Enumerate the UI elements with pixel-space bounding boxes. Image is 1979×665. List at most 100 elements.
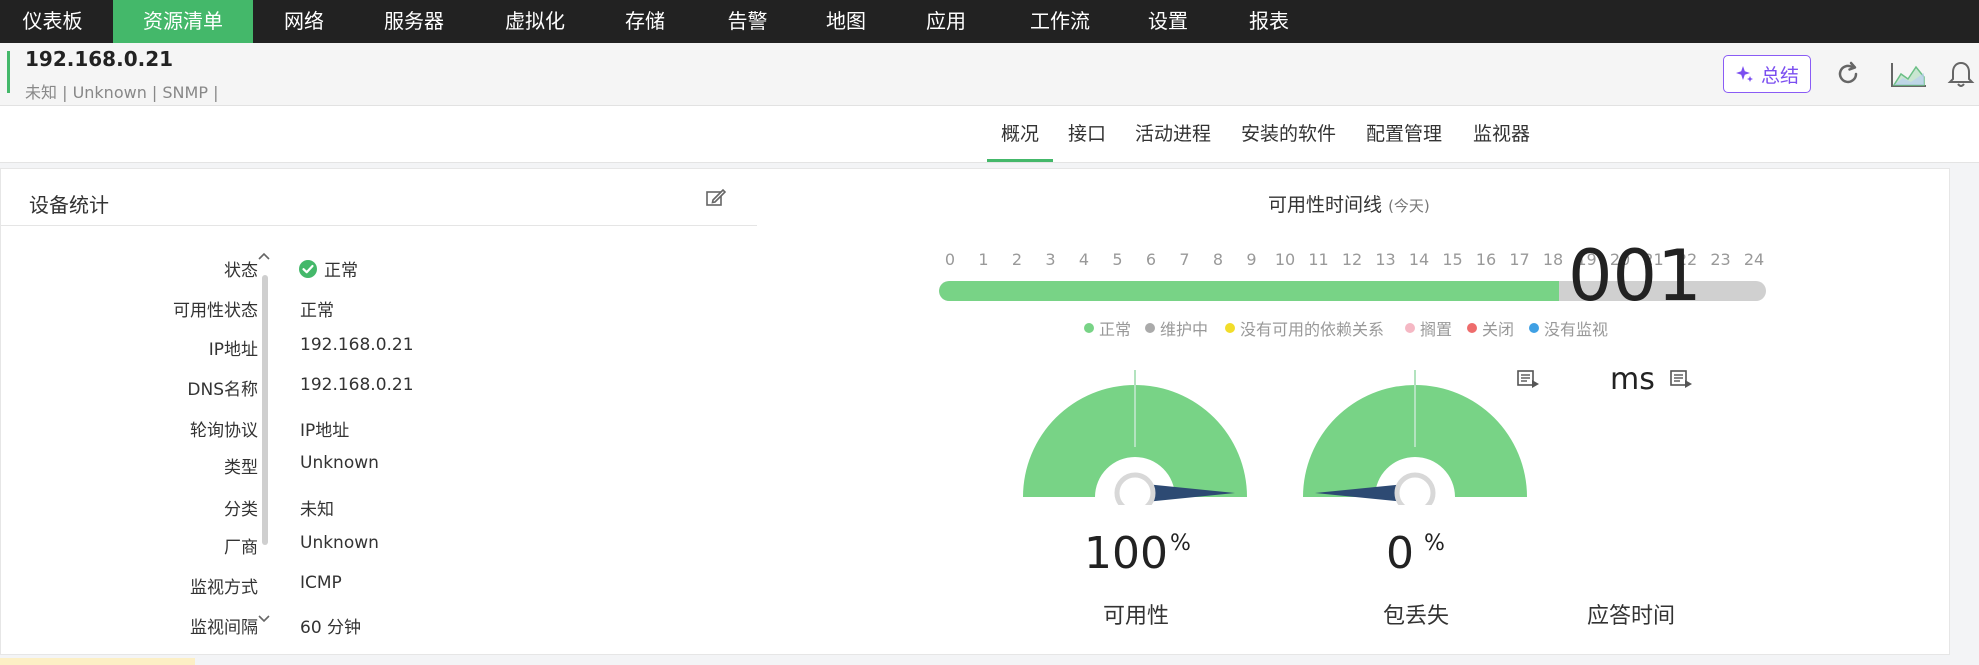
legend-item: 关闭 bbox=[1467, 316, 1514, 340]
timeline-hour-tick: 1 bbox=[978, 250, 989, 269]
availability-timeline-title: 可用性时间线 (今天) bbox=[1268, 190, 1430, 217]
stat-label: 轮询协议 bbox=[190, 421, 258, 441]
check-circle-icon bbox=[299, 259, 317, 278]
legend-label: 没有可用的依赖关系 bbox=[1240, 320, 1385, 339]
edit-stats-button[interactable] bbox=[705, 188, 727, 212]
stat-value: 正常 bbox=[300, 301, 334, 321]
timeline-hour-tick: 2 bbox=[1011, 250, 1023, 269]
legend-item: 维护中 bbox=[1145, 316, 1208, 340]
timeline-hour-tick: 11 bbox=[1308, 250, 1329, 269]
stat-value: 未知 bbox=[300, 500, 334, 520]
chevron-up-icon bbox=[258, 252, 270, 260]
response-time-label: 应答时间 bbox=[1587, 604, 1676, 629]
tab-monitors[interactable]: 监视器 bbox=[1473, 106, 1530, 162]
tab-overview[interactable]: 概况 bbox=[986, 106, 1054, 162]
nav-alarms[interactable]: 告警 bbox=[705, 0, 790, 43]
availability-value: 100 bbox=[1084, 528, 1168, 579]
stat-label: 厂商 bbox=[224, 538, 258, 558]
summary-button-label: 总结 bbox=[1760, 64, 1799, 87]
nav-virtualization[interactable]: 虚拟化 bbox=[483, 0, 587, 43]
stat-label: 分类 bbox=[224, 500, 258, 520]
stat-label: DNS名称 bbox=[187, 380, 258, 400]
refresh-button[interactable] bbox=[1828, 55, 1868, 93]
device-ip-title: 192.168.0.21 bbox=[25, 47, 174, 71]
availability-gauge bbox=[1023, 370, 1247, 505]
summary-button[interactable]: 总结 bbox=[1723, 55, 1811, 93]
stat-label: 可用性状态 bbox=[173, 301, 258, 321]
timeline-hour-tick: 3 bbox=[1045, 250, 1056, 269]
availability-label: 可用性 bbox=[1103, 604, 1170, 629]
timeline-hour-tick: 17 bbox=[1509, 250, 1530, 269]
nav-storage[interactable]: 存储 bbox=[605, 0, 685, 43]
timeline-hour-tick: 12 bbox=[1341, 250, 1363, 269]
edit-icon bbox=[706, 188, 727, 206]
packet-loss-gauge bbox=[1303, 370, 1527, 505]
status-indicator-bar bbox=[7, 51, 10, 93]
response-time-unit: ms bbox=[1610, 362, 1655, 397]
stat-value: 正常 bbox=[298, 256, 358, 281]
device-header: 192.168.0.21 未知 | Unknown | SNMP | 总结 bbox=[0, 43, 1979, 106]
tab-interfaces[interactable]: 接口 bbox=[1068, 106, 1106, 162]
timeline-hour-tick: 15 bbox=[1442, 250, 1463, 269]
packet-loss-label: 包丢失 bbox=[1383, 604, 1450, 629]
legend-dot bbox=[1405, 323, 1415, 333]
stats-scrollbar-thumb[interactable] bbox=[262, 275, 268, 545]
timeline-hour-tick: 10 bbox=[1274, 250, 1296, 269]
timeline-hour-tick: 7 bbox=[1179, 250, 1190, 269]
legend-dot bbox=[1529, 323, 1539, 333]
nav-reports[interactable]: 报表 bbox=[1229, 0, 1309, 43]
legend-label: 没有监视 bbox=[1544, 320, 1609, 339]
alarm-settings-button[interactable] bbox=[1946, 55, 1979, 93]
nav-settings[interactable]: 设置 bbox=[1128, 0, 1208, 43]
legend-label: 维护中 bbox=[1160, 320, 1209, 339]
stat-value: Unknown bbox=[300, 533, 379, 553]
area-chart-icon bbox=[1891, 63, 1926, 87]
stat-label: 监视方式 bbox=[190, 578, 258, 598]
graph-button[interactable] bbox=[1884, 55, 1934, 93]
legend-item: 没有监视 bbox=[1529, 316, 1608, 340]
chevron-down-icon bbox=[258, 615, 270, 623]
report-icon[interactable] bbox=[1515, 368, 1541, 390]
nav-servers[interactable]: 服务器 bbox=[365, 0, 463, 43]
legend-dot bbox=[1225, 323, 1235, 333]
stat-value: Unknown bbox=[300, 453, 379, 473]
packet-loss-value: 0 bbox=[1386, 528, 1414, 579]
timeline-hour-tick: 0 bbox=[944, 250, 956, 269]
nav-inventory[interactable]: 资源清单 bbox=[113, 0, 253, 43]
stat-value: 60 分钟 bbox=[300, 618, 362, 638]
stat-label: IP地址 bbox=[208, 340, 258, 360]
timeline-hour-tick: 18 bbox=[1542, 250, 1564, 269]
report-icon[interactable] bbox=[1668, 368, 1694, 390]
nav-apps[interactable]: 应用 bbox=[906, 0, 986, 43]
stat-value: ICMP bbox=[300, 573, 342, 593]
response-time-value: 001 bbox=[1568, 235, 1702, 317]
stat-label: 类型 bbox=[224, 458, 258, 478]
device-stats-title: 设备统计 bbox=[29, 193, 109, 217]
nav-workflow[interactable]: 工作流 bbox=[1010, 0, 1110, 43]
legend-label: 正常 bbox=[1099, 320, 1132, 339]
tab-config-management[interactable]: 配置管理 bbox=[1366, 106, 1442, 162]
timeline-normal-segment bbox=[939, 281, 1560, 301]
top-navigation: 仪表板 资源清单 网络 服务器 虚拟化 存储 告警 地图 应用 工作流 设置 报… bbox=[0, 0, 1979, 43]
timeline-hour-tick: 24 bbox=[1743, 250, 1765, 269]
nav-network[interactable]: 网络 bbox=[260, 0, 348, 43]
device-tabs: 概况 接口 活动进程 安装的软件 配置管理 监视器 bbox=[0, 106, 1979, 163]
timeline-hour-tick: 8 bbox=[1212, 250, 1224, 269]
device-meta-info: 未知 | Unknown | SNMP | bbox=[25, 83, 219, 102]
tab-active-processes[interactable]: 活动进程 bbox=[1135, 106, 1211, 162]
timeline-hour-tick: 4 bbox=[1078, 250, 1090, 269]
timeline-hour-tick: 14 bbox=[1408, 250, 1430, 269]
timeline-hour-tick: 5 bbox=[1112, 250, 1123, 269]
tab-installed-software[interactable]: 安装的软件 bbox=[1241, 106, 1336, 162]
legend-dot bbox=[1145, 323, 1155, 333]
timeline-subtitle: (今天) bbox=[1388, 197, 1430, 215]
timeline-hour-tick: 6 bbox=[1145, 250, 1157, 269]
nav-dashboard[interactable]: 仪表板 bbox=[0, 0, 105, 43]
bell-icon bbox=[1947, 61, 1975, 87]
stat-label: 状态 bbox=[224, 261, 258, 281]
stat-value: 192.168.0.21 bbox=[300, 335, 414, 355]
stat-label: 监视间隔 bbox=[190, 618, 258, 638]
legend-item: 没有可用的依赖关系 bbox=[1225, 316, 1384, 340]
refresh-icon bbox=[1838, 61, 1858, 84]
nav-maps[interactable]: 地图 bbox=[806, 0, 886, 43]
